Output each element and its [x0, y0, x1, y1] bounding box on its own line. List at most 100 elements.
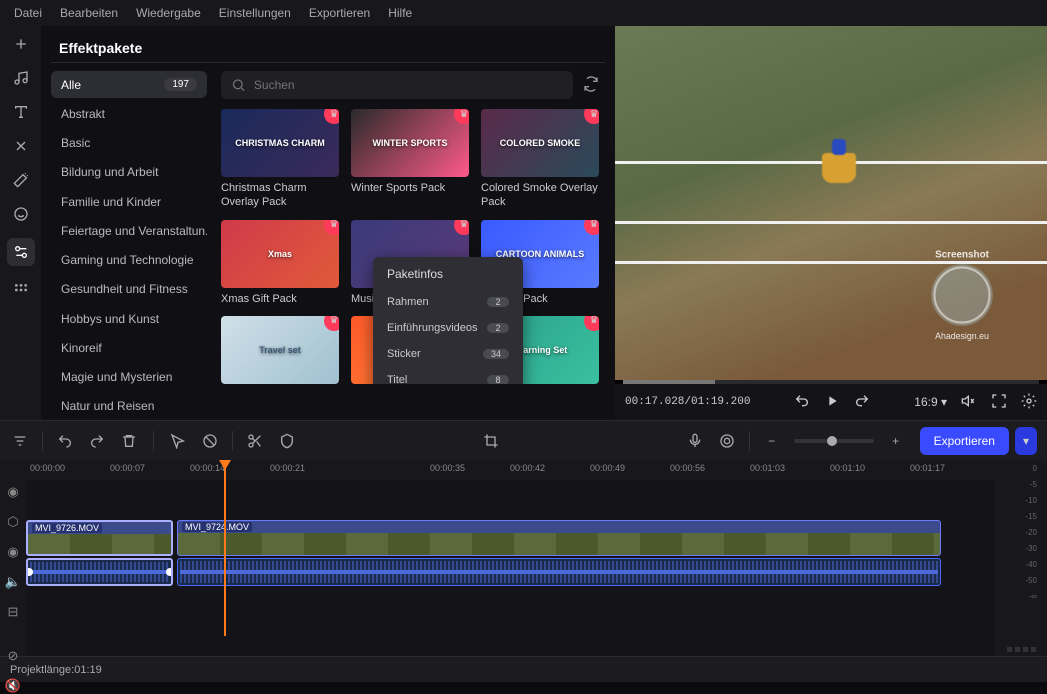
zoom-in-icon[interactable]: + [886, 431, 906, 451]
pack-card[interactable]: Xmas♛Xmas Gift Pack [221, 220, 339, 306]
crop-icon[interactable] [481, 431, 501, 451]
audio-track[interactable] [26, 558, 995, 586]
effects-panel: Effektpakete Alle 197 Abstrakt Basic Bil… [41, 26, 615, 420]
scrubber[interactable] [623, 380, 1039, 384]
eye2-icon[interactable]: ◉ [7, 544, 18, 560]
speaker-icon[interactable]: 🔈 [5, 574, 21, 590]
play-icon[interactable] [824, 393, 840, 412]
ctx-count: 2 [487, 323, 509, 333]
category-label: Magie und Mysterien [61, 370, 172, 384]
fullscreen-icon[interactable] [991, 393, 1007, 412]
video-track[interactable]: MVI_9726.MOV MVI_9724.MOV [26, 518, 995, 558]
ruler-tick: 00:00:07 [110, 463, 145, 473]
add-icon[interactable] [11, 34, 31, 54]
category-item[interactable]: Kinoreif [51, 334, 207, 361]
category-item[interactable]: Hobbys und Kunst [51, 305, 207, 332]
color-icon[interactable] [717, 431, 737, 451]
menu-datei[interactable]: Datei [14, 6, 42, 20]
context-row[interactable]: Titel8 [373, 367, 523, 384]
category-item[interactable]: Bildung und Arbeit [51, 159, 207, 186]
filter-icon[interactable] [10, 431, 30, 451]
disable-icon[interactable] [200, 431, 220, 451]
playhead[interactable] [224, 460, 226, 636]
hidden-icon[interactable]: ⊘ [8, 648, 19, 664]
volume-icon[interactable] [961, 393, 977, 412]
category-label: Gesundheit und Fitness [61, 282, 188, 296]
category-item[interactable]: Natur und Reisen [51, 393, 207, 420]
meter-tick: -40 [1025, 560, 1037, 569]
search-box[interactable] [221, 71, 573, 99]
cut-icon[interactable] [245, 431, 265, 451]
transition-icon[interactable] [11, 136, 31, 156]
redo-jump-icon[interactable] [854, 393, 870, 412]
text-icon[interactable] [11, 102, 31, 122]
mic-icon[interactable] [685, 431, 705, 451]
zoom-slider[interactable] [794, 439, 874, 443]
ruler-tick: 00:00:00 [30, 463, 65, 473]
menu-einstellungen[interactable]: Einstellungen [219, 6, 291, 20]
category-item[interactable]: Feiertage und Veranstaltun... [51, 217, 207, 244]
audio-clip[interactable] [177, 558, 941, 586]
shield-icon[interactable] [277, 431, 297, 451]
search-input[interactable] [254, 78, 563, 92]
category-item[interactable]: Magie und Mysterien [51, 364, 207, 391]
pack-card[interactable]: Travel set♛ [221, 316, 339, 384]
sticker-icon[interactable] [11, 204, 31, 224]
context-title: Paketinfos [373, 263, 523, 289]
category-item[interactable]: Abstrakt [51, 100, 207, 127]
watermark-icon: ScreenshotAhadesign.eu [907, 240, 1017, 350]
status-value: 01:19 [74, 664, 102, 676]
category-alle[interactable]: Alle 197 [51, 71, 207, 98]
effects-icon[interactable] [7, 238, 35, 266]
menu-hilfe[interactable]: Hilfe [388, 6, 412, 20]
video-clip[interactable]: MVI_9724.MOV [177, 520, 941, 556]
pack-title: Colored Smoke Overlay Pack [481, 181, 599, 210]
wand-icon[interactable] [11, 170, 31, 190]
delete-icon[interactable] [119, 431, 139, 451]
lock-icon[interactable]: ⬡ [7, 514, 18, 530]
category-item[interactable]: Basic [51, 130, 207, 157]
video-clip[interactable]: MVI_9726.MOV [26, 520, 173, 556]
more-icon[interactable] [11, 280, 31, 300]
time-ruler[interactable]: 00:00:00 00:00:07 00:00:14 00:00:21 00:0… [26, 460, 995, 480]
zoom-out-icon[interactable]: − [762, 431, 782, 451]
eye-icon[interactable]: ◉ [7, 484, 18, 500]
export-label: Exportieren [934, 434, 995, 448]
refresh-icon[interactable] [583, 76, 599, 95]
thumb-label: WINTER SPORTS [351, 109, 469, 177]
pack-title: Christmas Charm Overlay Pack [221, 181, 339, 210]
meter-tick: -50 [1025, 576, 1037, 585]
undo-icon[interactable] [55, 431, 75, 451]
context-row[interactable]: Einführungsvideos2 [373, 315, 523, 341]
statusbar: Projektlänge: 01:19 [0, 656, 1047, 682]
context-row[interactable]: Sticker34 [373, 341, 523, 367]
category-item[interactable]: Gesundheit und Fitness [51, 276, 207, 303]
category-label: Gaming und Technologie [61, 253, 194, 267]
zoom-thumb[interactable] [827, 436, 837, 446]
menu-bearbeiten[interactable]: Bearbeiten [60, 6, 118, 20]
undo-jump-icon[interactable] [794, 393, 810, 412]
svg-text:Screenshot: Screenshot [935, 250, 990, 261]
export-dropdown[interactable]: ▾ [1015, 427, 1037, 455]
context-row[interactable]: Rahmen2 [373, 289, 523, 315]
preview-video[interactable]: ScreenshotAhadesign.eu [615, 26, 1047, 380]
pack-card[interactable]: CHRISTMAS CHARM♛Christmas Charm Overlay … [221, 109, 339, 210]
category-label: Hobbys und Kunst [61, 312, 159, 326]
category-item[interactable]: Familie und Kinder [51, 188, 207, 215]
export-button[interactable]: Exportieren [920, 427, 1009, 455]
redo-icon[interactable] [87, 431, 107, 451]
timeline[interactable]: 00:00:00 00:00:07 00:00:14 00:00:21 00:0… [26, 460, 995, 656]
settings-icon[interactable] [1021, 393, 1037, 412]
audio-clip[interactable] [26, 558, 173, 586]
menu-wiedergabe[interactable]: Wiedergabe [136, 6, 201, 20]
pack-card[interactable]: COLORED SMOKE♛Colored Smoke Overlay Pack [481, 109, 599, 210]
marker-icon[interactable]: ⊟ [8, 604, 19, 620]
music-icon[interactable] [11, 68, 31, 88]
category-item[interactable]: Gaming und Technologie [51, 247, 207, 274]
category-label: Feiertage und Veranstaltun... [61, 224, 207, 238]
mute-icon[interactable]: 🔇 [5, 678, 21, 694]
menu-exportieren[interactable]: Exportieren [309, 6, 370, 20]
pack-card[interactable]: WINTER SPORTS♛Winter Sports Pack [351, 109, 469, 210]
aspect-ratio[interactable]: 16:9 ▾ [914, 395, 947, 409]
pointer-icon[interactable] [168, 431, 188, 451]
